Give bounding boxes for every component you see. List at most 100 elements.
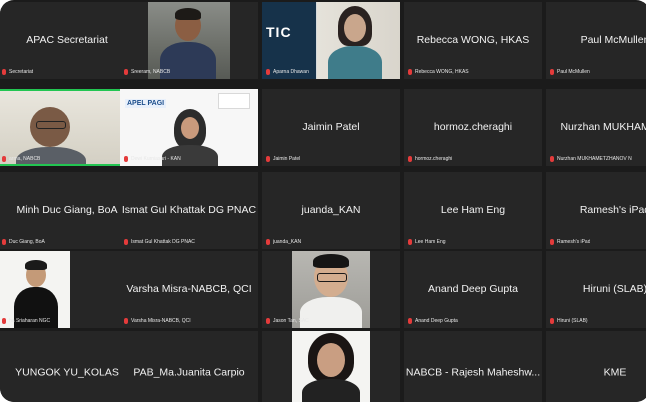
participant-tile[interactable]: Varsha Misra-NABCB, QCI Varsha Misra-NAB… <box>120 251 258 328</box>
participant-caption: Jaimin Patel <box>266 154 300 163</box>
banner-title: APEL PAGI <box>125 99 167 108</box>
participant-name: Varsha Misra-NABCB, QCI <box>126 282 252 295</box>
participant-name: APAC Secretariat <box>26 33 108 46</box>
muted-mic-icon <box>408 317 412 324</box>
muted-mic-icon <box>266 155 270 162</box>
participant-tile[interactable]: Minh Duc Giang, BoA Duc Giang, BoA <box>0 172 136 249</box>
participant-tile[interactable]: TIC Aparna Dhawan <box>262 2 400 79</box>
muted-mic-icon <box>550 317 554 324</box>
participant-caption: Hiruni (SLAB) <box>550 316 588 325</box>
participant-caption: Sreeram, NABCB <box>124 67 170 76</box>
participant-tile[interactable]: APEL PAGI Dewi Kurniasari - KAN <box>120 89 258 166</box>
participant-name: YUNGOK YU_KOLAS <box>15 365 119 378</box>
glasses-icon <box>36 121 66 129</box>
participant-tile[interactable]: Hiruni (SLAB) Hiruni (SLAB) <box>546 251 646 328</box>
participant-caption: Lee Ham Eng <box>408 237 446 246</box>
participant-tile[interactable]: Ramesh's iPad Ramesh's iPad <box>546 172 646 249</box>
caption-label: Lee Ham Eng <box>415 238 446 245</box>
muted-mic-icon <box>124 68 128 75</box>
caption-label: juanda_KAN <box>273 238 302 245</box>
muted-mic-icon <box>124 155 128 162</box>
muted-mic-icon <box>2 238 6 245</box>
caption-label: Rebecca WONG, HKAS <box>415 68 469 75</box>
participant-name: Paul McMullen <box>580 33 646 46</box>
participant-tile[interactable]: hormoz.cheraghi hormoz.cheraghi <box>404 89 542 166</box>
muted-mic-icon <box>2 317 6 324</box>
caption-label: Ramesh's iPad <box>557 238 591 245</box>
caption-label: Paul McMullen <box>557 68 590 75</box>
person-top <box>302 379 360 402</box>
caption-label: arma, NABCB <box>9 155 41 162</box>
participant-name: Nurzhan MUKHAMETZ <box>560 120 646 133</box>
participant-name: Lee Ham Eng <box>440 203 506 216</box>
participant-tile[interactable]: Paul McMullen Paul McMullen <box>546 2 646 79</box>
muted-mic-icon <box>266 238 270 245</box>
participant-caption: Jason Tan, SAC <box>266 316 309 325</box>
caption-label: Ismat Gul Khattak DG PNAC <box>131 238 195 245</box>
participant-name: Jaimin Patel <box>302 120 360 133</box>
participant-name: Ismat Gul Khattak DG PNAC <box>121 203 257 216</box>
participant-caption: arma, NABCB <box>2 154 40 163</box>
participant-tile[interactable]: Sreeram, NABCB <box>120 2 258 79</box>
participant-tile[interactable]: NABCB - Rajesh Maheshw... <box>404 331 542 402</box>
glasses-icon <box>317 273 347 282</box>
participant-name: Rebecca WONG, HKAS <box>416 33 530 46</box>
caption-label: Aparna Dhawan <box>273 68 309 75</box>
caption-label: Secretariat <box>9 68 34 75</box>
person-face <box>317 343 345 377</box>
participant-tile[interactable]: Ismat Gul Khattak DG PNAC Ismat Gul Khat… <box>120 172 258 249</box>
participant-name: Anand Deep Gupta <box>428 282 518 295</box>
participant-name: Hiruni (SLAB) <box>582 282 646 295</box>
participant-caption: Anand Deep Gupta <box>408 316 458 325</box>
person-hair <box>25 260 47 270</box>
participant-tile[interactable]: Jaimin Patel Jaimin Patel <box>262 89 400 166</box>
muted-mic-icon <box>266 68 270 75</box>
participant-tile[interactable]: ha Sriaharan NGC <box>0 251 136 328</box>
muted-mic-icon <box>2 155 6 162</box>
participant-tile[interactable]: Lee Ham Eng Lee Ham Eng <box>404 172 542 249</box>
person-hair <box>175 8 201 20</box>
muted-mic-icon <box>550 238 554 245</box>
participant-tile[interactable]: Nurzhan MUKHAMETZ Nurzhan MUKHAMETZHANOV… <box>546 89 646 166</box>
banner-logo <box>218 93 250 109</box>
caption-label: Anand Deep Gupta <box>415 317 458 324</box>
meeting-gallery: APAC Secretariat Secretariat Sreeram, NA… <box>0 0 646 402</box>
participant-name: PAB_Ma.Juanita Carpio <box>133 365 245 378</box>
participant-caption: Secretariat <box>2 67 33 76</box>
participant-caption: Paul McMullen <box>550 67 590 76</box>
caption-label: Jason Tan, SAC <box>273 317 309 324</box>
participant-tile[interactable]: YUNGOK YU_KOLAS <box>0 331 136 402</box>
caption-label: ha Sriaharan NGC <box>9 317 51 324</box>
participant-caption: hormoz.cheraghi <box>408 154 452 163</box>
participant-caption: juanda_KAN <box>266 237 301 246</box>
participant-name: juanda_KAN <box>301 203 361 216</box>
participant-name: Minh Duc Giang, BoA <box>16 203 118 216</box>
participant-caption: Dewi Kurniasari - KAN <box>124 154 181 163</box>
participant-tile[interactable]: Jason Tan, SAC <box>262 251 400 328</box>
muted-mic-icon <box>266 317 270 324</box>
participant-tile[interactable]: APAC Secretariat Secretariat <box>0 2 136 79</box>
participant-tile[interactable] <box>262 331 400 402</box>
participant-tile[interactable]: KME <box>546 331 646 402</box>
participant-tile-active-speaker[interactable]: arma, NABCB <box>0 89 136 166</box>
participant-caption: Ismat Gul Khattak DG PNAC <box>124 237 195 246</box>
participant-tile[interactable]: PAB_Ma.Juanita Carpio <box>120 331 258 402</box>
muted-mic-icon <box>408 68 412 75</box>
participant-caption: Duc Giang, BoA <box>2 237 45 246</box>
tic-logo: TIC <box>266 24 292 40</box>
participant-tile[interactable]: juanda_KAN juanda_KAN <box>262 172 400 249</box>
participant-tile[interactable]: Rebecca WONG, HKAS Rebecca WONG, HKAS <box>404 2 542 79</box>
caption-label: Sreeram, NABCB <box>131 68 171 75</box>
caption-label: hormoz.cheraghi <box>415 155 453 162</box>
muted-mic-icon <box>408 238 412 245</box>
participant-caption: Nurzhan MUKHAMETZHANOV N <box>550 154 632 163</box>
muted-mic-icon <box>2 68 6 75</box>
participant-caption: Varsha Misra-NABCB, QCI <box>124 316 191 325</box>
participant-tile[interactable]: Anand Deep Gupta Anand Deep Gupta <box>404 251 542 328</box>
person-top <box>328 46 382 79</box>
person-shirt <box>300 297 362 328</box>
muted-mic-icon <box>550 68 554 75</box>
participant-caption: ha Sriaharan NGC <box>2 316 50 325</box>
participant-video <box>292 331 370 402</box>
participant-name: NABCB - Rajesh Maheshw... <box>405 365 541 378</box>
